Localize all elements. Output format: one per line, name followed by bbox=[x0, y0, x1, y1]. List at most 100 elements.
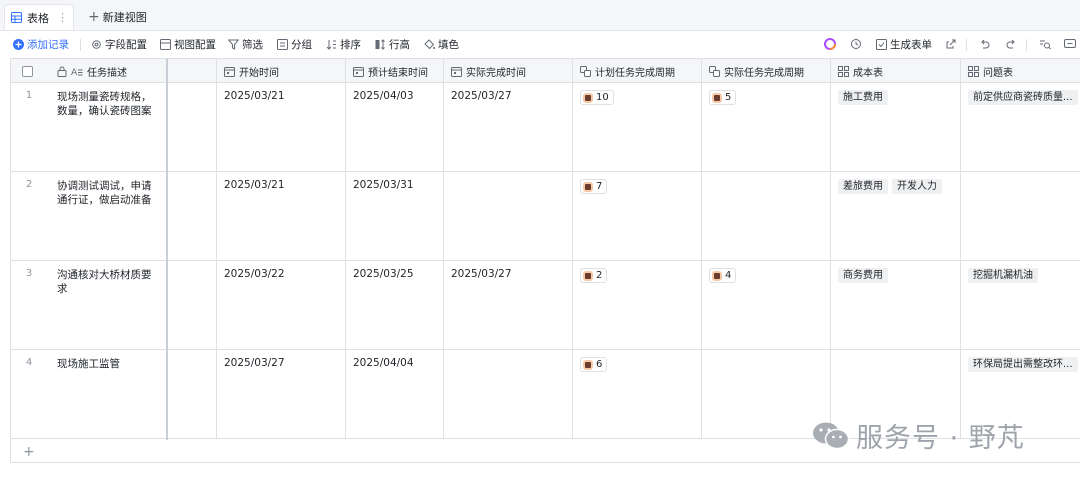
column-header-planned-end[interactable]: 预计结束时间 bbox=[346, 59, 444, 83]
column-header-start[interactable]: 开始时间 bbox=[217, 59, 346, 83]
toolbar-divider bbox=[966, 39, 967, 51]
plus-icon: + bbox=[88, 8, 100, 25]
relation-tag[interactable]: 施工费用 bbox=[838, 90, 888, 105]
table-row[interactable]: 3 沟通核对大桥材质要求 2025/03/22 2025/03/25 2025/03/2… bbox=[11, 261, 1080, 350]
new-view-button[interactable]: + 新建视图 bbox=[88, 9, 147, 25]
cell-issues[interactable]: 挖掘机漏机油 bbox=[961, 261, 1080, 349]
column-header-issues[interactable]: 问题表 bbox=[961, 59, 1080, 83]
column-header-cost[interactable]: 成本表 bbox=[831, 59, 961, 83]
cell-planned-end[interactable]: 2025/04/04 bbox=[346, 350, 444, 438]
group-icon bbox=[277, 39, 288, 50]
add-record-button[interactable]: 添加记录 bbox=[13, 37, 69, 52]
view-tab-bar: 表格 ⋮ + 新建视图 bbox=[0, 0, 1080, 31]
cell-planned-cycle[interactable]: 2 bbox=[573, 261, 702, 349]
column-header-actual-cycle[interactable]: 实际任务完成周期 bbox=[702, 59, 831, 83]
date-value: 2025/03/21 bbox=[224, 90, 285, 102]
linked-record-chip[interactable]: 4 bbox=[709, 268, 737, 283]
relation-tag[interactable]: 商务费用 bbox=[838, 268, 888, 283]
generate-form-button[interactable]: 生成表单 bbox=[876, 37, 932, 52]
cell-planned-cycle[interactable]: 10 bbox=[573, 83, 702, 171]
cell-desc[interactable]: 现场施工监管 bbox=[47, 350, 168, 438]
column-header-desc[interactable]: A 任务描述 bbox=[47, 59, 168, 83]
linked-record-value: 7 bbox=[596, 181, 603, 192]
relation-tag[interactable]: 挖掘机漏机油 bbox=[968, 268, 1038, 283]
linked-record-chip[interactable]: 5 bbox=[709, 90, 737, 105]
add-circle-icon bbox=[13, 39, 24, 50]
cell-actual-done[interactable] bbox=[444, 350, 573, 438]
cell-issues[interactable]: 前定供应商瓷砖质量... bbox=[961, 83, 1080, 171]
cell-blank[interactable] bbox=[168, 172, 217, 260]
cell-actual-cycle[interactable] bbox=[702, 172, 831, 260]
cell-actual-done[interactable]: 2025/03/27 bbox=[444, 83, 573, 171]
select-all-checkbox[interactable] bbox=[11, 59, 47, 83]
linked-record-chip[interactable]: 10 bbox=[580, 90, 614, 105]
cell-start[interactable]: 2025/03/21 bbox=[217, 83, 346, 171]
cell-actual-done[interactable] bbox=[444, 172, 573, 260]
date-value: 2025/03/27 bbox=[224, 357, 285, 369]
tab-grid-view[interactable]: 表格 ⋮ bbox=[4, 4, 74, 30]
cell-cost[interactable]: 差旅费用 开发人力 bbox=[831, 172, 961, 260]
cell-issues[interactable] bbox=[961, 172, 1080, 260]
share-icon[interactable] bbox=[944, 37, 958, 51]
cell-actual-done[interactable]: 2025/03/27 bbox=[444, 261, 573, 349]
linked-record-chip[interactable]: 2 bbox=[580, 268, 608, 283]
column-title: 问题表 bbox=[983, 67, 1013, 79]
column-header-actual-done[interactable]: 实际完成时间 bbox=[444, 59, 573, 83]
linked-record-value: 6 bbox=[596, 359, 603, 370]
row-height-button[interactable]: 行高 bbox=[375, 37, 410, 52]
cell-planned-cycle[interactable]: 6 bbox=[573, 350, 702, 438]
toolbar: 添加记录 字段配置 视图配置 筛选 分组 排序 行高 填色 生成表单 bbox=[0, 31, 1080, 58]
cell-start[interactable]: 2025/03/22 bbox=[217, 261, 346, 349]
link-field-icon bbox=[709, 65, 720, 77]
cell-planned-end[interactable]: 2025/03/31 bbox=[346, 172, 444, 260]
relation-tag[interactable]: 差旅费用 bbox=[838, 179, 888, 194]
sort-icon bbox=[326, 40, 336, 50]
row-height-label: 行高 bbox=[389, 39, 410, 51]
row-number: 4 bbox=[25, 357, 33, 368]
cell-actual-cycle[interactable]: 5 bbox=[702, 83, 831, 171]
cell-desc[interactable]: 沟通核对大桥材质要求 bbox=[47, 261, 168, 349]
toolbar-divider bbox=[1026, 39, 1027, 51]
cell-blank[interactable] bbox=[168, 350, 217, 438]
redo-icon[interactable] bbox=[1004, 37, 1018, 51]
cell-planned-end[interactable]: 2025/04/03 bbox=[346, 83, 444, 171]
table-row[interactable]: 2 协调测试调试，申请通行证，做启动准备 2025/03/21 2025/03/31 7… bbox=[11, 172, 1080, 261]
view-config-button[interactable]: 视图配置 bbox=[160, 37, 216, 52]
cell-actual-cycle[interactable]: 4 bbox=[702, 261, 831, 349]
toolbar-divider bbox=[80, 39, 81, 51]
date-value: 2025/03/25 bbox=[353, 268, 414, 280]
column-header-planned-cycle[interactable]: 计划任务完成周期 bbox=[573, 59, 702, 83]
search-icon[interactable] bbox=[1038, 37, 1052, 51]
group-button[interactable]: 分组 bbox=[277, 37, 312, 52]
automation-icon[interactable] bbox=[849, 37, 863, 51]
cell-blank[interactable] bbox=[168, 261, 217, 349]
cell-cost[interactable]: 施工费用 bbox=[831, 83, 961, 171]
field-config-button[interactable]: 字段配置 bbox=[91, 37, 147, 52]
cell-start[interactable]: 2025/03/27 bbox=[217, 350, 346, 438]
relation-tag[interactable]: 开发人力 bbox=[892, 179, 942, 194]
comment-icon[interactable] bbox=[1063, 37, 1077, 51]
fill-color-button[interactable]: 填色 bbox=[424, 37, 459, 52]
date-field-icon bbox=[224, 66, 235, 77]
sort-button[interactable]: 排序 bbox=[326, 37, 361, 52]
filter-button[interactable]: 筛选 bbox=[228, 37, 263, 52]
cell-desc[interactable]: 协调测试调试，申请通行证，做启动准备 bbox=[47, 172, 168, 260]
cell-cost[interactable]: 商务费用 bbox=[831, 261, 961, 349]
row-height-icon bbox=[375, 39, 385, 50]
field-config-label: 字段配置 bbox=[105, 39, 147, 51]
row-number: 2 bbox=[25, 179, 33, 190]
cell-start[interactable]: 2025/03/21 bbox=[217, 172, 346, 260]
cell-desc[interactable]: 现场测量瓷砖规格，数量，确认瓷砖图案 bbox=[47, 83, 168, 171]
tab-more-icon[interactable]: ⋮ bbox=[57, 11, 68, 24]
undo-icon[interactable] bbox=[978, 37, 992, 51]
relation-tag[interactable]: 环保局提出需整改环... bbox=[968, 357, 1078, 372]
linked-record-chip[interactable]: 6 bbox=[580, 357, 608, 372]
relation-tag[interactable]: 前定供应商瓷砖质量... bbox=[968, 90, 1078, 105]
cell-planned-cycle[interactable]: 7 bbox=[573, 172, 702, 260]
linked-record-chip[interactable]: 7 bbox=[580, 179, 608, 194]
ai-assistant-icon[interactable] bbox=[823, 37, 837, 51]
date-value: 2025/04/03 bbox=[353, 90, 414, 102]
table-row[interactable]: 1 现场测量瓷砖规格，数量，确认瓷砖图案 2025/03/21 2025/04/03 2… bbox=[11, 83, 1080, 172]
cell-planned-end[interactable]: 2025/03/25 bbox=[346, 261, 444, 349]
cell-blank[interactable] bbox=[168, 83, 217, 171]
